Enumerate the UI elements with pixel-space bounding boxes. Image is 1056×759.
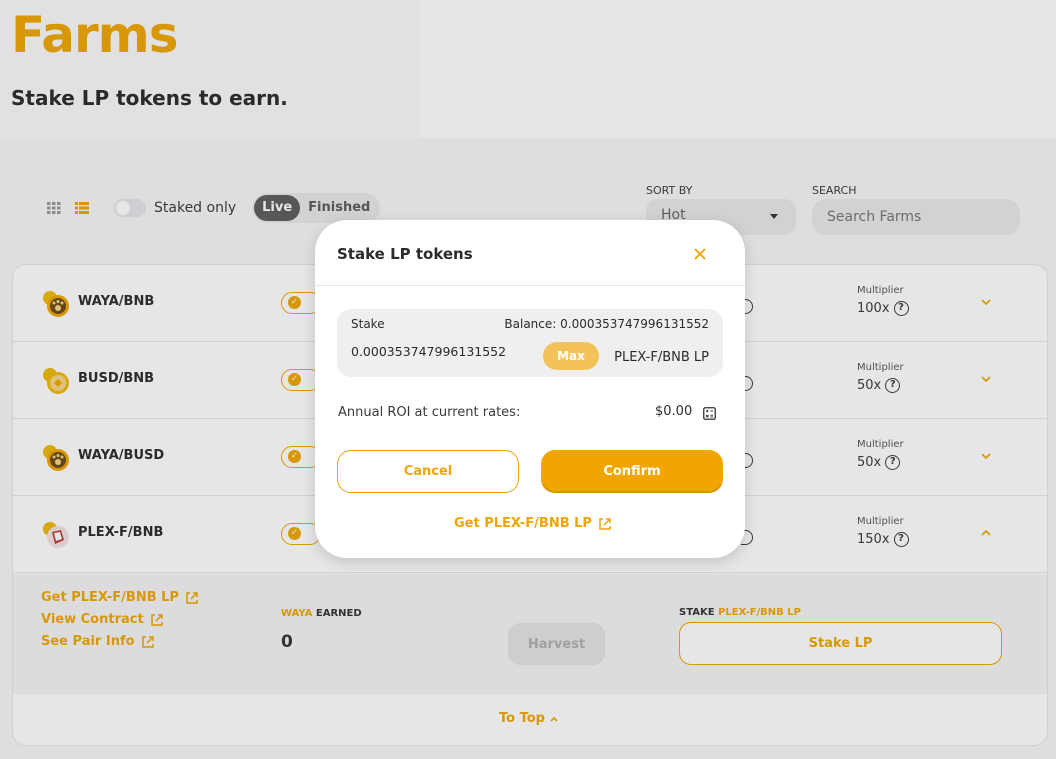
- modal-title: Stake LP tokens: [337, 245, 473, 263]
- max-button[interactable]: Max: [543, 342, 599, 370]
- stake-input-box: Stake Balance: 0.000353747996131552 Max …: [337, 309, 723, 377]
- get-lp-link[interactable]: Get PLEX-F/BNB LP: [454, 516, 612, 531]
- roi-value: $0.00: [655, 404, 693, 419]
- stake-label: Stake: [351, 317, 385, 331]
- confirm-button[interactable]: Confirm: [541, 450, 723, 493]
- roi-label: Annual ROI at current rates:: [338, 405, 521, 420]
- stake-lp-modal: Stake LP tokens Stake Balance: 0.0003537…: [315, 220, 745, 558]
- close-icon[interactable]: [693, 247, 707, 261]
- stake-amount-input[interactable]: [351, 344, 531, 359]
- cancel-button[interactable]: Cancel: [337, 450, 519, 493]
- lp-token-name: PLEX-F/BNB LP: [614, 350, 709, 365]
- calculator-icon[interactable]: [703, 407, 716, 420]
- balance-text: Balance: 0.000353747996131552: [504, 317, 709, 331]
- modal-header: Stake LP tokens: [315, 220, 745, 286]
- external-link-icon: [599, 517, 611, 530]
- get-lp-link-text: Get PLEX-F/BNB LP: [454, 516, 592, 531]
